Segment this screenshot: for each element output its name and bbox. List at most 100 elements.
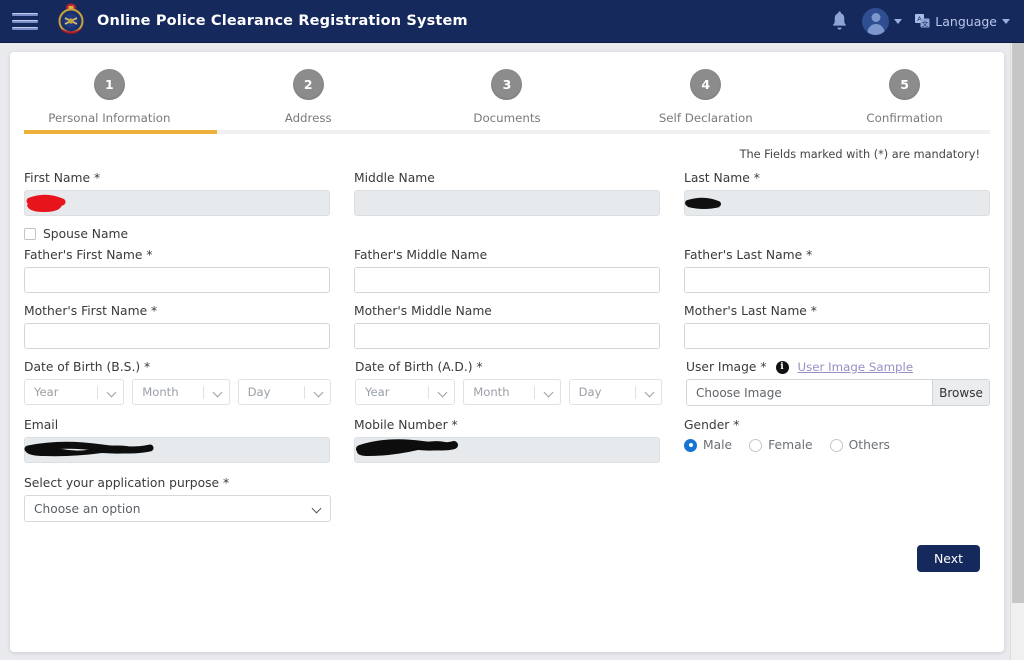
field-first-name: First Name * [24, 171, 330, 216]
first-name-input[interactable] [24, 190, 330, 216]
spouse-name-checkbox[interactable] [24, 228, 36, 240]
next-button[interactable]: Next [917, 545, 980, 572]
gender-option-female[interactable]: Female [749, 438, 813, 452]
father-first-name-input[interactable] [24, 267, 330, 293]
step-documents[interactable]: 3 Documents [408, 69, 607, 134]
user-avatar [862, 7, 890, 35]
dob-bs-label: Date of Birth (B.S.) * [24, 360, 151, 374]
browse-button[interactable]: Browse [932, 380, 989, 405]
spouse-name-label: Spouse Name [43, 227, 129, 241]
middle-name-input[interactable] [354, 190, 660, 216]
field-father-first-name: Father's First Name * [24, 248, 330, 293]
header-right-actions: A 文 Language [830, 7, 1010, 35]
language-selector[interactable]: A 文 Language [915, 14, 1010, 29]
radio-others[interactable] [829, 438, 843, 452]
step-number: 5 [889, 69, 921, 100]
hamburger-bar [12, 19, 38, 23]
step-number: 3 [491, 69, 523, 100]
dob-bs-group: Year Month Day [24, 379, 331, 405]
field-user-image: User Image * i User Image Sample Choose … [686, 360, 990, 406]
father-last-name-input[interactable] [684, 267, 990, 293]
gender-female-label: Female [768, 438, 813, 452]
application-purpose-label: Select your application purpose * [24, 476, 230, 490]
mobile-number-input[interactable] [354, 437, 660, 463]
hamburger-bar [12, 26, 38, 30]
radio-female[interactable] [749, 438, 763, 452]
gender-option-others[interactable]: Others [829, 438, 890, 452]
user-image-sample-link[interactable]: User Image Sample [798, 360, 914, 374]
gender-option-male[interactable]: Male [684, 438, 732, 452]
registration-form-card: 1 Personal Information 2 Address 3 Docum… [10, 52, 1004, 652]
step-self-declaration[interactable]: 4 Self Declaration [606, 69, 805, 134]
field-application-purpose: Select your application purpose * Choose… [24, 476, 331, 522]
application-purpose-value: Choose an option [34, 501, 141, 516]
middle-name-label: Middle Name [354, 171, 435, 185]
email-label: Email [24, 418, 59, 432]
user-image-header: User Image * i User Image Sample [686, 360, 990, 374]
gender-male-label: Male [703, 438, 733, 452]
dob-ad-day-select[interactable]: Day [568, 379, 662, 405]
field-dob-bs: Date of Birth (B.S.) * Year Month Day [24, 360, 331, 406]
form-row-contact-gender: Email Mobile Number * Gender * Male Fema… [24, 418, 990, 463]
info-icon[interactable]: i [775, 360, 789, 374]
step-number: 4 [690, 69, 722, 100]
form-row-names: First Name * Middle Name Last Name * [24, 171, 990, 216]
email-input[interactable] [24, 437, 330, 463]
form-row-mother: Mother's First Name * Mother's Middle Na… [24, 304, 990, 349]
last-name-label: Last Name * [684, 171, 760, 185]
father-first-name-label: Father's First Name * [24, 248, 153, 262]
step-label: Documents [473, 111, 541, 125]
app-title: Online Police Clearance Registration Sys… [97, 13, 468, 29]
gender-label: Gender * [684, 418, 740, 432]
dob-bs-day-value: Day [247, 385, 271, 399]
notification-bell-icon[interactable] [830, 11, 849, 32]
hamburger-menu-icon[interactable] [12, 12, 38, 30]
radio-male[interactable] [684, 438, 697, 452]
mother-first-name-input[interactable] [24, 323, 330, 349]
chevron-down-icon [894, 18, 903, 24]
dob-ad-group: Year Month Day [355, 379, 662, 405]
step-address[interactable]: 2 Address [209, 69, 408, 134]
field-gender: Gender * Male Female Others [684, 418, 990, 463]
user-image-placeholder: Choose Image [696, 385, 782, 400]
stepper-progress-fill [24, 130, 218, 134]
field-mother-first-name: Mother's First Name * [24, 304, 330, 349]
page-scrollbar[interactable] [1010, 43, 1024, 660]
language-label: Language [935, 13, 997, 29]
step-confirmation[interactable]: 5 Confirmation [805, 69, 1004, 134]
step-personal-information[interactable]: 1 Personal Information [10, 69, 209, 134]
dob-bs-year-value: Year [34, 385, 59, 399]
user-image-label: User Image * [686, 360, 767, 374]
application-purpose-select[interactable]: Choose an option [24, 495, 331, 522]
dob-bs-month-select[interactable]: Month [132, 379, 230, 405]
dob-bs-year-select[interactable]: Year [24, 379, 125, 405]
step-label: Confirmation [866, 111, 943, 125]
field-father-middle-name: Father's Middle Name [354, 248, 660, 293]
field-spouse-name[interactable]: Spouse Name [24, 227, 990, 241]
hamburger-bar [12, 12, 38, 16]
mother-middle-name-input[interactable] [354, 323, 660, 349]
scrollbar-thumb[interactable] [1012, 43, 1024, 603]
field-mobile-number: Mobile Number * [354, 418, 660, 463]
dob-ad-month-select[interactable]: Month [463, 379, 561, 405]
step-number: 2 [292, 69, 324, 100]
mobile-number-label: Mobile Number * [354, 418, 458, 432]
dob-ad-label: Date of Birth (A.D.) * [355, 360, 483, 374]
last-name-input[interactable] [684, 190, 990, 216]
field-last-name: Last Name * [684, 171, 990, 216]
father-middle-name-input[interactable] [354, 267, 660, 293]
dob-ad-month-value: Month [473, 385, 510, 399]
dob-bs-day-select[interactable]: Day [237, 379, 331, 405]
dob-ad-year-select[interactable]: Year [355, 379, 456, 405]
user-avatar-menu[interactable] [862, 7, 903, 35]
personal-information-form: The Fields marked with (*) are mandatory… [10, 148, 1004, 572]
stepper-progress-track [24, 130, 990, 134]
mother-middle-name-label: Mother's Middle Name [354, 304, 492, 318]
app-header: Online Police Clearance Registration Sys… [0, 0, 1024, 43]
mandatory-fields-note: The Fields marked with (*) are mandatory… [739, 148, 980, 161]
mother-last-name-input[interactable] [684, 323, 990, 349]
field-email: Email [24, 418, 330, 463]
father-last-name-label: Father's Last Name * [684, 248, 813, 262]
mother-first-name-label: Mother's First Name * [24, 304, 158, 318]
user-image-file-input[interactable]: Choose Image Browse [686, 379, 990, 406]
